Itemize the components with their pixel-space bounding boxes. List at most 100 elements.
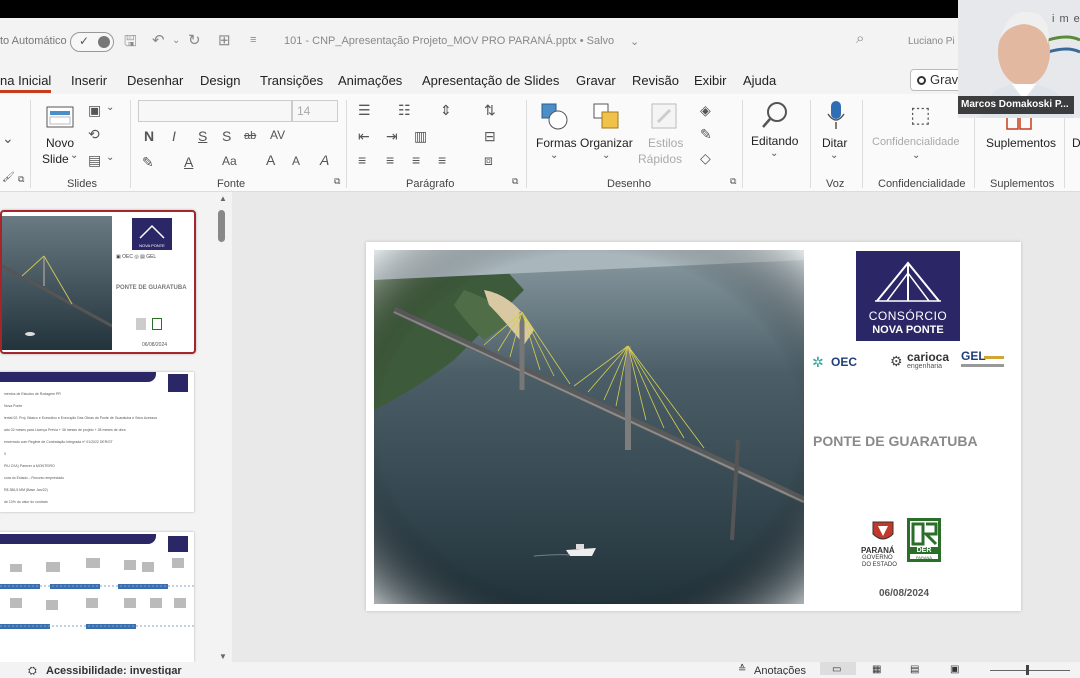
bold-button[interactable]: N xyxy=(144,128,154,144)
highlight-icon[interactable]: ✎ xyxy=(142,154,154,171)
tab-gravar[interactable]: Gravar xyxy=(576,73,616,88)
format-painter-icon[interactable]: 🖌 xyxy=(2,172,15,183)
new-slide-label-2[interactable]: Slide xyxy=(42,152,69,166)
new-slide-icon[interactable] xyxy=(46,104,76,130)
current-slide[interactable]: CONSÓRCIO NOVA PONTE ✲ OEC ⚙ carioca eng… xyxy=(366,242,1021,611)
shapes-label[interactable]: Formas xyxy=(536,136,577,150)
microphone-icon[interactable] xyxy=(826,100,846,132)
slideshow-icon[interactable]: ▣ xyxy=(950,664,959,675)
decrease-indent-icon[interactable]: ⇤ xyxy=(358,128,370,145)
align-text-icon[interactable]: ⊟ xyxy=(484,128,496,145)
text-direction-icon[interactable]: ⇅ xyxy=(484,102,496,119)
reset-icon[interactable]: ⟲ xyxy=(88,126,100,143)
strikethrough-button[interactable]: ab xyxy=(244,130,256,142)
italic-button[interactable]: I xyxy=(172,128,176,144)
numbering-icon[interactable]: ☷ xyxy=(398,102,411,119)
dialog-launcher-icon[interactable]: ⧉ xyxy=(512,176,518,187)
normal-view-button[interactable]: ▭ xyxy=(820,662,856,675)
dialog-launcher-icon[interactable]: ⧉ xyxy=(730,176,736,187)
search-icon[interactable]: ⌕ xyxy=(856,30,864,47)
tab-desenhar[interactable]: Desenhar xyxy=(127,73,183,88)
tab-transicoes[interactable]: Transições xyxy=(260,73,323,88)
document-title[interactable]: 101 - CNP_Apresentação Projeto_MOV PRO P… xyxy=(284,35,614,47)
redo-icon[interactable]: ↻ xyxy=(188,31,201,49)
chevron-down-icon[interactable]: ⌄ xyxy=(770,148,778,159)
autosave-toggle[interactable]: ✓ xyxy=(70,32,114,52)
section-icon[interactable]: ▤ xyxy=(88,152,101,169)
justify-icon[interactable]: ≡ xyxy=(438,152,446,168)
zoom-slider-handle[interactable] xyxy=(1026,665,1029,675)
save-icon[interactable]: 🖫 xyxy=(124,31,137,56)
quick-styles-icon[interactable] xyxy=(650,102,680,130)
tab-inserir[interactable]: Inserir xyxy=(71,73,107,88)
reading-view-icon[interactable]: ▤ xyxy=(910,664,919,675)
user-name[interactable]: Luciano Pi xyxy=(908,36,955,47)
accessibility-icon[interactable]: ⛭ xyxy=(28,665,37,678)
underline-button[interactable]: S xyxy=(198,128,207,144)
undo-icon[interactable]: ↶ xyxy=(152,31,165,49)
tab-animacoes[interactable]: Animações xyxy=(338,73,402,88)
increase-indent-icon[interactable]: ⇥ xyxy=(386,128,398,145)
tab-exibir[interactable]: Exibir xyxy=(694,73,727,88)
align-center-icon[interactable]: ≡ xyxy=(386,152,394,168)
chevron-down-icon[interactable]: ⌄ xyxy=(912,150,920,161)
tab-apresentacao[interactable]: Apresentação de Slides xyxy=(422,73,559,88)
slide-thumbnail-3[interactable] xyxy=(0,532,194,662)
accessibility-status[interactable]: Acessibilidade: investigar xyxy=(46,665,182,675)
present-icon[interactable]: ⊞ xyxy=(218,31,231,49)
grow-font-button[interactable]: A xyxy=(266,152,275,168)
designer-label[interactable]: D xyxy=(1072,136,1080,150)
slide-sorter-icon[interactable]: ▦ xyxy=(872,664,881,675)
tab-revisao[interactable]: Revisão xyxy=(632,73,679,88)
new-slide-label[interactable]: Novo xyxy=(46,136,74,150)
zoom-slider[interactable] xyxy=(990,670,1070,671)
clear-format-button[interactable]: A xyxy=(320,152,329,168)
shrink-font-button[interactable]: A xyxy=(292,154,300,168)
font-color-button[interactable]: A xyxy=(184,154,193,170)
chevron-down-icon[interactable]: ⌄ xyxy=(630,35,639,48)
font-size-select[interactable]: 14 xyxy=(292,100,338,122)
fill-icon[interactable]: ◈ xyxy=(700,102,711,119)
align-left-icon[interactable]: ≡ xyxy=(358,152,366,168)
font-family-select[interactable] xyxy=(138,100,292,122)
outline-icon[interactable]: ✎ xyxy=(700,126,712,143)
chevron-down-icon[interactable]: ⌄ xyxy=(70,150,78,161)
spacing-button[interactable]: AV xyxy=(270,128,285,142)
change-case-button[interactable]: Aa xyxy=(222,154,237,168)
quick-styles-label-2[interactable]: Rápidos xyxy=(638,152,682,166)
notes-button[interactable]: Anotações xyxy=(754,665,806,675)
shadow-button[interactable]: S xyxy=(222,128,231,144)
scroll-down-icon[interactable]: ▼ xyxy=(219,652,227,661)
tab-ajuda[interactable]: Ajuda xyxy=(743,73,776,88)
smartart-icon[interactable]: ⧈ xyxy=(484,152,493,169)
sensitivity-icon[interactable]: ⬚ xyxy=(910,102,931,128)
slide-thumbnail-2[interactable]: mentos de Estudos de Rodagem PR Nova Pon… xyxy=(0,372,194,512)
effects-icon[interactable]: ◇ xyxy=(700,150,711,167)
thumbnail-scrollbar[interactable] xyxy=(218,210,225,242)
bullets-icon[interactable]: ☰ xyxy=(358,102,371,119)
slide-thumbnail-1[interactable]: NOVA PONTE ▣ OEC ◎ ▤ GEL PONTE DE GUARAT… xyxy=(0,210,196,354)
dialog-launcher-icon[interactable]: ⧉ xyxy=(18,174,24,185)
magnifier-icon[interactable] xyxy=(760,100,790,130)
arrange-icon[interactable] xyxy=(592,102,622,130)
arrange-label[interactable]: Organizar xyxy=(580,136,633,150)
chevron-down-icon[interactable]: ⌄ xyxy=(106,102,114,113)
align-right-icon[interactable]: ≡ xyxy=(412,152,420,168)
chevron-down-icon[interactable]: ⌄ xyxy=(2,130,14,147)
customize-icon[interactable]: ≡ xyxy=(250,34,256,46)
sensitivity-label[interactable]: Confidencialidade xyxy=(872,136,959,148)
shapes-icon[interactable] xyxy=(540,102,570,130)
layout-icon[interactable]: ▣ xyxy=(88,102,101,119)
dictate-label[interactable]: Ditar xyxy=(822,136,847,150)
editing-label[interactable]: Editando xyxy=(751,134,798,148)
chevron-down-icon[interactable]: ⌄ xyxy=(830,150,838,161)
line-spacing-icon[interactable]: ⇕ xyxy=(440,102,452,119)
dialog-launcher-icon[interactable]: ⧉ xyxy=(334,176,340,187)
quick-styles-label[interactable]: Estilos xyxy=(648,136,683,150)
addins-label[interactable]: Suplementos xyxy=(986,136,1056,150)
undo-dropdown-icon[interactable]: ⌄ xyxy=(172,35,180,46)
chevron-down-icon[interactable]: ⌄ xyxy=(550,150,558,161)
columns-icon[interactable]: ▥ xyxy=(414,128,427,145)
tab-pagina-inicial[interactable]: na Inicial xyxy=(0,73,52,93)
tab-design[interactable]: Design xyxy=(200,73,240,88)
